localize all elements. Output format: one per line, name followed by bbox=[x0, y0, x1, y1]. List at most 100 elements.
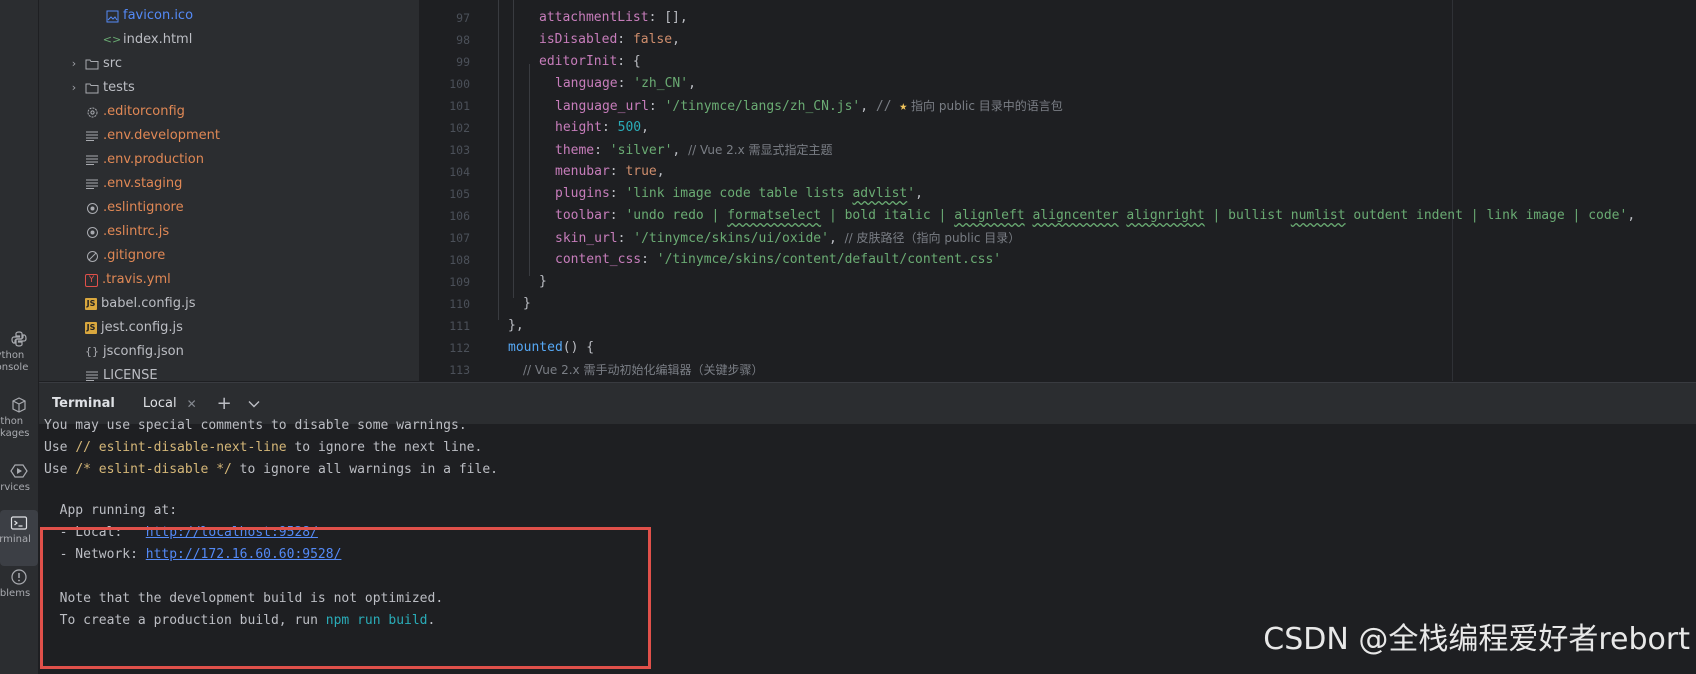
tree-item-editorconfig[interactable]: .editorconfig bbox=[85, 100, 185, 124]
code-token: : bbox=[617, 76, 634, 91]
code-line-98: isDisabled: false, bbox=[539, 29, 680, 51]
code-line-106: toolbar: 'undo redo | formatselect | bol… bbox=[555, 205, 1635, 227]
terminal-text: // eslint-disable-next-line bbox=[75, 440, 287, 455]
code-line-100: language: 'zh_CN', bbox=[555, 73, 696, 95]
text-file-icon bbox=[85, 153, 99, 167]
python-console-icon bbox=[11, 331, 27, 347]
tree-item-eslintignore[interactable]: .eslintignore bbox=[85, 196, 184, 220]
tree-item-label: index.html bbox=[123, 32, 193, 47]
code-token: : bbox=[617, 32, 633, 47]
code-token: : bbox=[609, 186, 626, 201]
code-token: language_url bbox=[555, 99, 649, 114]
line-number: 97 bbox=[456, 11, 470, 25]
text-file-icon bbox=[85, 177, 99, 191]
line-number: 99 bbox=[456, 55, 470, 69]
chevron-down-icon[interactable] bbox=[248, 397, 260, 411]
terminal-tab-local[interactable]: Local ✕ bbox=[143, 396, 197, 411]
line-number: 104 bbox=[449, 165, 470, 179]
code-token: '/tinymce/skins/ui/oxide' bbox=[633, 231, 829, 246]
tree-item-label: src bbox=[103, 56, 122, 71]
tree-item-tests[interactable]: › tests bbox=[67, 76, 135, 100]
code-token: mounted bbox=[508, 340, 563, 355]
problems-label: oblems bbox=[0, 588, 31, 599]
text-file-icon bbox=[85, 369, 99, 381]
code-token: | bullist bbox=[1204, 208, 1291, 223]
code-token: attachmentList bbox=[539, 10, 649, 25]
code-token: 500 bbox=[617, 120, 642, 135]
code-comment: // 皮肤路径（指向 public 目录） bbox=[844, 231, 1021, 245]
line-number: 113 bbox=[449, 363, 470, 377]
code-token: aligncenter bbox=[1032, 208, 1119, 223]
line-number: 111 bbox=[449, 319, 470, 333]
terminal-label: erminal bbox=[0, 534, 31, 545]
python-packages-button[interactable]: ython ckages bbox=[0, 392, 38, 448]
json-file-icon: {} bbox=[85, 345, 99, 358]
tree-item-env-production[interactable]: .env.production bbox=[85, 148, 204, 172]
problems-button[interactable]: oblems bbox=[0, 564, 38, 620]
code-token: 'undo redo | bbox=[625, 208, 728, 223]
close-icon[interactable]: ✕ bbox=[187, 397, 197, 411]
terminal-button[interactable]: erminal bbox=[0, 510, 38, 566]
python-console-button[interactable]: ython onsole bbox=[0, 326, 38, 382]
tree-item-label: .env.staging bbox=[103, 176, 183, 191]
indent-guide bbox=[498, 0, 499, 320]
tree-item-env-staging[interactable]: .env.staging bbox=[85, 172, 182, 196]
tree-item-label: .gitignore bbox=[103, 248, 166, 263]
yaml-file-icon: Y bbox=[85, 273, 98, 287]
code-line-97: attachmentList: [], bbox=[539, 7, 688, 29]
text-file-icon bbox=[85, 129, 99, 143]
code-line-113: // Vue 2.x 需手动初始化编辑器（关键步骤） bbox=[523, 359, 763, 381]
eslint-file-icon bbox=[85, 201, 99, 215]
code-token: outdent indent | link image | code' bbox=[1345, 208, 1628, 223]
tree-item-env-development[interactable]: .env.development bbox=[85, 124, 220, 148]
tree-item-favicon[interactable]: favicon.ico bbox=[105, 4, 193, 28]
code-token: , bbox=[828, 231, 845, 246]
code-token: 'link image code table lists bbox=[625, 186, 853, 201]
code-token: false bbox=[632, 32, 673, 47]
code-token: skin_url bbox=[555, 231, 618, 246]
gear-file-icon bbox=[85, 105, 99, 119]
tree-item-license[interactable]: LICENSE bbox=[85, 364, 158, 381]
code-token: : [], bbox=[648, 10, 688, 25]
terminal-icon bbox=[10, 516, 28, 530]
code-token: , bbox=[860, 99, 876, 114]
new-tab-plus-icon[interactable]: + bbox=[217, 393, 232, 414]
code-line-105: plugins: 'link image code table lists ad… bbox=[555, 183, 923, 205]
terminal-line: Use // eslint-disable-next-line to ignor… bbox=[44, 437, 482, 459]
code-line-110: } bbox=[523, 296, 531, 311]
code-token: , bbox=[672, 143, 689, 158]
code-token: '/tinymce/langs/zh_CN.js' bbox=[664, 99, 861, 114]
code-editor[interactable]: 97 98 99 100 101 102 103 104 105 106 107… bbox=[420, 0, 1696, 381]
tree-item-label: jsconfig.json bbox=[103, 344, 184, 359]
tree-item-label: jest.config.js bbox=[101, 320, 183, 335]
code-token: , bbox=[672, 32, 680, 47]
tree-item-label: .env.production bbox=[103, 152, 204, 167]
tree-item-jest-config[interactable]: JS jest.config.js bbox=[85, 316, 183, 340]
tree-item-travis[interactable]: Y .travis.yml bbox=[85, 268, 171, 292]
code-token: : bbox=[609, 208, 626, 223]
tree-item-babel-config[interactable]: JS babel.config.js bbox=[85, 292, 196, 316]
code-line-109: } bbox=[539, 274, 547, 289]
code-comment: 指向 public 目录中的语言包 bbox=[907, 99, 1063, 113]
tree-item-index-html[interactable]: <> index.html bbox=[103, 28, 193, 52]
code-comment: // bbox=[875, 99, 900, 114]
tree-item-jsconfig[interactable]: {} jsconfig.json bbox=[85, 340, 184, 364]
chevron-right-icon[interactable]: › bbox=[67, 52, 81, 76]
code-token: , bbox=[641, 120, 649, 135]
code-token: , bbox=[656, 164, 665, 179]
problems-icon bbox=[11, 569, 27, 585]
terminal-text: Use bbox=[44, 440, 76, 455]
code-token: : bbox=[648, 99, 665, 114]
tree-item-gitignore[interactable]: .gitignore bbox=[85, 244, 165, 268]
code-token: | bold italic | bbox=[821, 208, 955, 223]
eslint-file-icon bbox=[85, 225, 99, 239]
code-token: numlist bbox=[1290, 208, 1346, 223]
line-number: 102 bbox=[449, 121, 470, 135]
tree-item-src[interactable]: › src bbox=[67, 52, 122, 76]
python-console-label: ython onsole bbox=[0, 350, 29, 373]
tree-item-eslintrc[interactable]: .eslintrc.js bbox=[85, 220, 169, 244]
terminal-text: Use bbox=[44, 462, 76, 477]
services-button[interactable]: ervices bbox=[0, 458, 38, 514]
line-number: 107 bbox=[449, 231, 470, 245]
chevron-right-icon[interactable]: › bbox=[67, 76, 81, 100]
